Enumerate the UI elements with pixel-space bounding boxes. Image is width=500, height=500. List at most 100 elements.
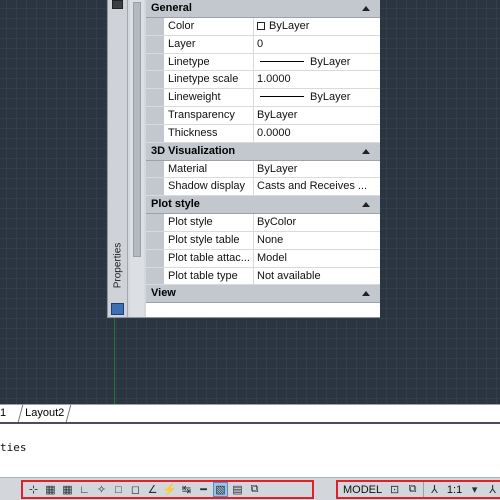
annotation-visibility-icon[interactable]: ⅄ (485, 482, 500, 497)
line-sample-icon (260, 60, 304, 62)
collapse-icon[interactable] (362, 6, 370, 11)
dynamic-input-icon[interactable]: ↹ (179, 482, 194, 497)
annotation-scale-icon[interactable]: ⅄ (427, 482, 442, 497)
property-value[interactable]: 0.0000 (254, 125, 380, 142)
transparency-icon[interactable]: ▧ (213, 482, 228, 497)
property-value-text: 1.0000 (257, 73, 291, 86)
section-header-plot-style[interactable]: Plot style (146, 196, 380, 215)
collapse-icon[interactable] (362, 291, 370, 297)
section-title: Plot style (151, 198, 200, 211)
property-name: Transparency (164, 106, 254, 124)
property-row[interactable]: Transparency ByLayer (146, 106, 380, 125)
selection-cycling-icon[interactable]: ⧉ (247, 482, 262, 497)
property-value[interactable]: None (254, 232, 380, 249)
property-row[interactable]: Plot table attac... Model (146, 249, 380, 268)
row-gutter (146, 53, 164, 71)
row-gutter (146, 249, 164, 267)
section-header-view[interactable]: View (146, 285, 380, 304)
property-name: Plot style table (164, 231, 254, 249)
section-header-general[interactable]: General (146, 0, 380, 18)
property-value[interactable]: 1.0000 (254, 71, 380, 88)
model-button[interactable]: MODEL (341, 484, 384, 496)
property-value-text: ByLayer (257, 108, 298, 121)
property-row[interactable]: Material ByLayer (146, 160, 380, 179)
model-space-icon[interactable]: ⊡ (387, 482, 402, 497)
quick-properties-icon[interactable]: ▤ (230, 482, 245, 497)
drafting-toggles-group: ⊹ ▦ ▦ ∟ ✧ □ ◻ ∠ ⚡ ↹ ━ ▧ ▤ ⧉ (21, 480, 314, 499)
quick-view-layouts-icon[interactable]: ⧉ (405, 482, 420, 497)
property-value[interactable]: ByLayer (254, 18, 380, 35)
row-gutter (146, 267, 164, 285)
command-history-text: ties (0, 441, 27, 454)
ortho-icon[interactable]: ∟ (77, 482, 92, 497)
chevron-down-icon[interactable]: ▾ (467, 482, 482, 497)
property-row[interactable]: Shadow display Casts and Receives ... (146, 178, 380, 197)
snap-icon[interactable]: ▦ (43, 482, 58, 497)
collapse-icon[interactable] (362, 202, 370, 208)
property-row[interactable]: Layer 0 (146, 35, 380, 54)
property-name: Material (164, 160, 254, 178)
command-line[interactable]: ties (0, 422, 500, 477)
annotation-scale-value[interactable]: 1:1 (445, 484, 464, 496)
property-name: Lineweight (164, 89, 254, 106)
dynamic-ucs-icon[interactable]: ⚡ (162, 482, 177, 497)
property-name: Color (164, 18, 254, 35)
property-row[interactable]: Color ByLayer (146, 18, 380, 36)
palette-options-icon[interactable] (112, 0, 123, 9)
property-value-text: ByLayer (310, 91, 351, 104)
grid-icon[interactable]: ▦ (60, 482, 75, 497)
property-value[interactable]: ByColor (254, 214, 380, 231)
lineweight-icon[interactable]: ━ (196, 482, 211, 497)
property-value-text: None (257, 233, 284, 246)
property-row[interactable]: Plot style table None (146, 231, 380, 250)
row-gutter (146, 214, 164, 231)
property-value-text: 0 (257, 37, 264, 50)
section-title: General (151, 2, 192, 14)
tab-layout2[interactable]: Layout2 (17, 405, 72, 422)
property-value-text: Model (257, 251, 287, 264)
3d-object-snap-icon[interactable]: ◻ (128, 482, 143, 497)
property-grid: General Color ByLayer Layer 0 Linetype ByLayer… (146, 0, 380, 317)
object-snap-icon[interactable]: □ (111, 482, 126, 497)
property-value[interactable]: Model (254, 250, 380, 267)
property-value-text: 0.0000 (257, 126, 291, 139)
row-gutter (146, 124, 164, 142)
property-value[interactable]: ByLayer (254, 107, 380, 124)
palette-properties-icon[interactable] (111, 303, 124, 315)
property-row[interactable]: Linetype ByLayer (146, 53, 380, 72)
row-gutter (146, 106, 164, 124)
property-value[interactable]: Casts and Receives ... (254, 178, 380, 195)
color-swatch-icon (257, 22, 265, 30)
tab-model[interactable]: 1 (0, 405, 6, 422)
status-bar: ⊹ ▦ ▦ ∟ ✧ □ ◻ ∠ ⚡ ↹ ━ ▧ ▤ ⧉ MODEL ⊡ ⧉ ⅄ 1:1 ▾ ⅄ (0, 477, 500, 500)
section-title: View (151, 287, 176, 300)
property-value-text: ByLayer (257, 162, 298, 175)
property-name: Linetype (164, 53, 254, 71)
property-row[interactable]: Thickness 0.0000 (146, 124, 380, 143)
infer-constraints-icon[interactable]: ⊹ (26, 482, 41, 497)
palette-title-strip[interactable]: Properties (108, 0, 128, 317)
object-snap-tracking-icon[interactable]: ∠ (145, 482, 160, 497)
property-value[interactable]: ByLayer (254, 54, 380, 71)
line-sample-icon (260, 96, 304, 98)
properties-palette: Properties General Color ByLayer Layer 0 Line… (107, 0, 380, 318)
row-gutter (146, 160, 164, 178)
palette-scrollbar[interactable] (130, 0, 144, 317)
property-row[interactable]: Plot style ByColor (146, 214, 380, 232)
section-title: 3D Visualization (151, 144, 236, 157)
property-row[interactable]: Plot table type Not available (146, 267, 380, 286)
property-row[interactable]: Lineweight ByLayer (146, 89, 380, 107)
property-value[interactable]: ByLayer (254, 89, 380, 106)
property-value[interactable]: 0 (254, 36, 380, 53)
row-gutter (146, 71, 164, 89)
collapse-icon[interactable] (362, 148, 370, 154)
property-value[interactable]: Not available (254, 268, 380, 285)
layout-tabs-bar: 1 Layout2 (0, 404, 500, 422)
polar-icon[interactable]: ✧ (94, 482, 109, 497)
palette-scroll-thumb[interactable] (133, 2, 141, 257)
property-value-text: Not available (257, 269, 321, 282)
section-header-3d-visualization[interactable]: 3D Visualization (146, 142, 380, 161)
property-value[interactable]: ByLayer (254, 161, 380, 178)
property-value-text: ByLayer (310, 55, 351, 68)
property-row[interactable]: Linetype scale 1.0000 (146, 71, 380, 90)
